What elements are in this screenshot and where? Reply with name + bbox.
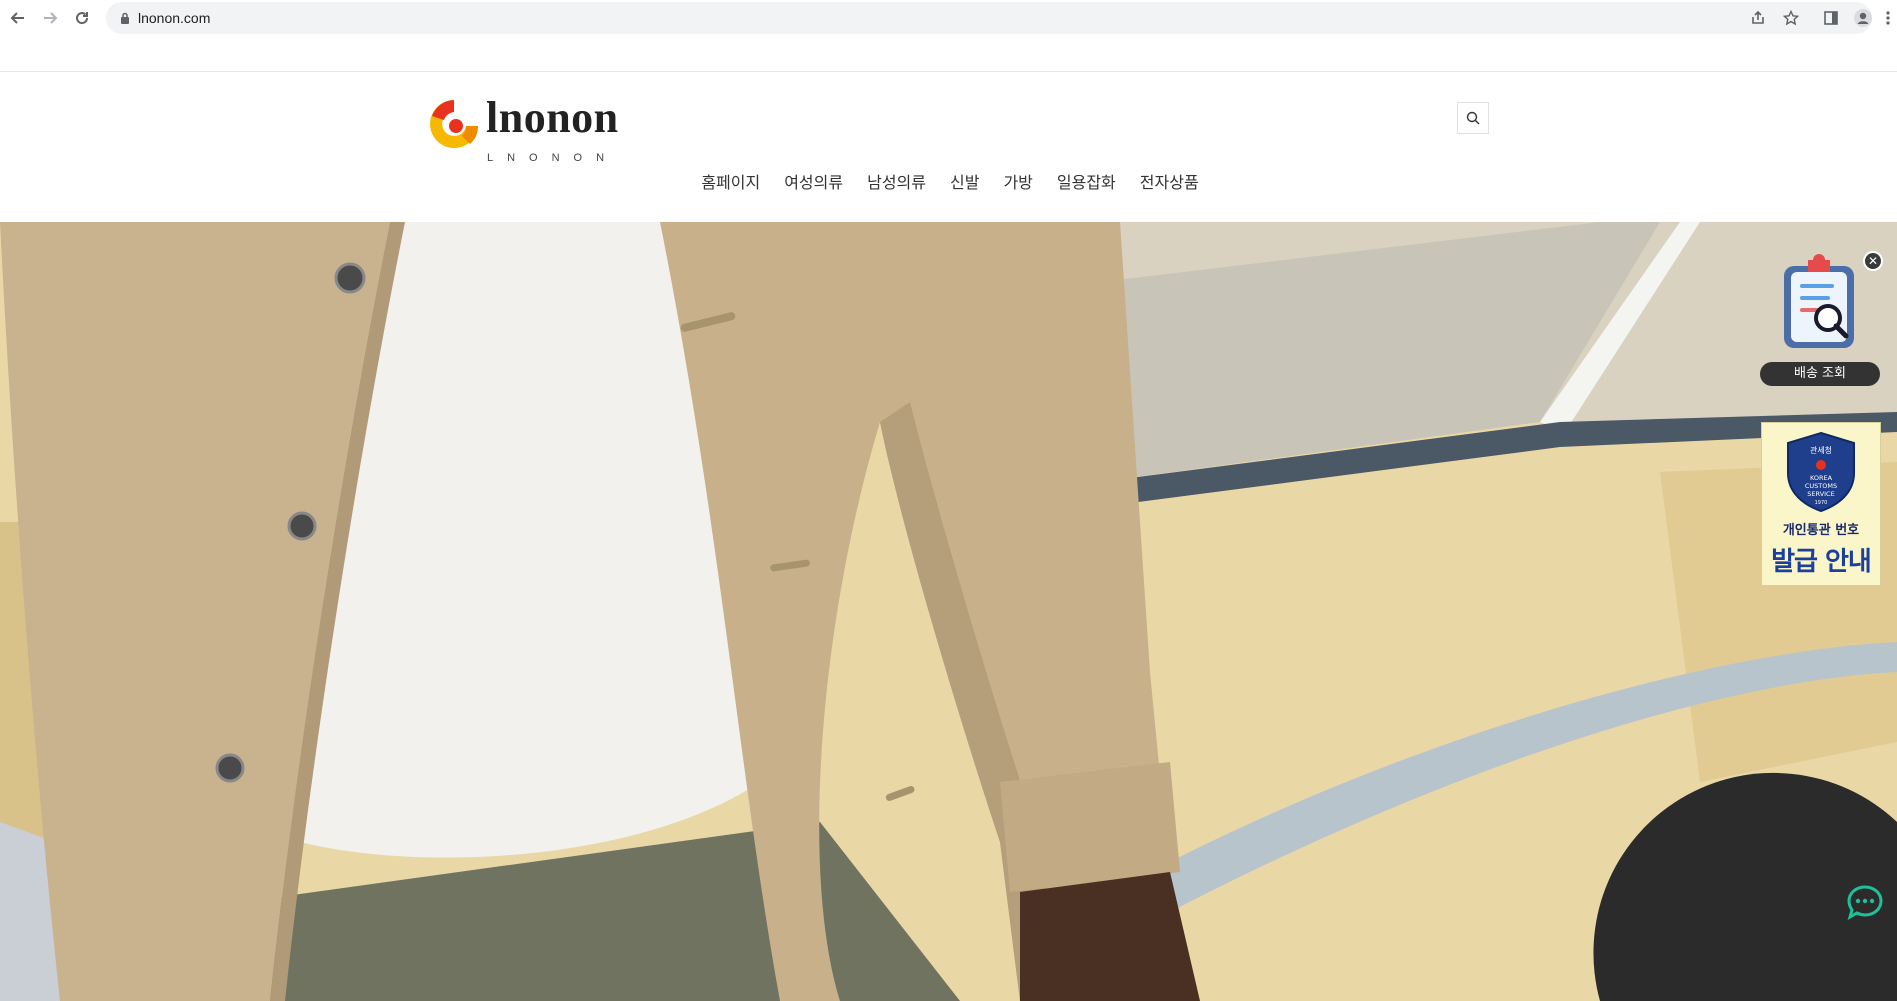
customs-banner-line2: 발급 안내 <box>1771 547 1872 577</box>
bookmark-button[interactable] <box>1779 6 1803 30</box>
back-button[interactable] <box>6 6 30 30</box>
browser-toolbar: lnonon.com <box>0 0 1897 36</box>
side-panel-button[interactable] <box>1819 6 1843 30</box>
close-widget-button[interactable]: ✕ <box>1863 251 1883 271</box>
reload-button[interactable] <box>70 6 94 30</box>
nav-item-electronics[interactable]: 전자상품 <box>1140 168 1199 198</box>
svg-text:CUSTOMS: CUSTOMS <box>1805 482 1837 490</box>
delivery-tracking-label[interactable]: 배송 조회 <box>1760 362 1880 386</box>
chat-button[interactable] <box>1846 884 1884 921</box>
reload-icon <box>76 12 89 25</box>
logo-mark-icon <box>430 100 479 148</box>
lock-icon <box>121 12 129 24</box>
search-icon <box>1466 111 1480 125</box>
site-logo[interactable]: lnonon LNONON <box>424 90 624 164</box>
nav-item-mens[interactable]: 남성의류 <box>867 168 926 198</box>
share-icon <box>1752 10 1764 24</box>
forward-button[interactable] <box>38 6 62 30</box>
menu-button[interactable] <box>1881 6 1895 30</box>
share-button[interactable] <box>1746 6 1770 30</box>
clipboard-search-icon <box>1784 254 1854 348</box>
logo-text: lnonon <box>486 93 619 142</box>
side-panel-icon <box>1824 11 1838 25</box>
customs-id-banner[interactable]: 관세청 KOREA CUSTOMS SERVICE 1970 개인통관 번호 발… <box>1761 422 1881 586</box>
avatar-icon <box>1854 9 1872 27</box>
customs-badge-top: 관세청 <box>1810 445 1832 455</box>
logo-subtext: LNONON <box>487 152 619 164</box>
chat-bubble-icon <box>1847 885 1883 921</box>
svg-text:SERVICE: SERVICE <box>1807 490 1834 498</box>
star-icon <box>1783 10 1799 26</box>
nav-item-daily-goods[interactable]: 일용잡화 <box>1057 168 1116 198</box>
search-button[interactable] <box>1457 102 1489 134</box>
customs-shield-icon: 관세청 KOREA CUSTOMS SERVICE 1970 <box>1787 431 1855 513</box>
more-vertical-icon <box>1886 11 1890 25</box>
svg-text:KOREA: KOREA <box>1810 474 1833 482</box>
hero-illustration <box>0 222 1897 1001</box>
nav-item-womens[interactable]: 여성의류 <box>784 168 843 198</box>
url-text: lnonon.com <box>138 10 211 26</box>
nav-item-shoes[interactable]: 신발 <box>950 168 979 198</box>
customs-banner-line1: 개인통관 번호 <box>1782 523 1860 538</box>
arrow-left-icon <box>10 12 24 24</box>
site-header: lnonon LNONON 홈페이지 여성의류 남성의류 신발 가방 일용잡화 … <box>0 72 1897 222</box>
nav-item-bags[interactable]: 가방 <box>1003 168 1032 198</box>
hero-banner-image[interactable] <box>0 222 1897 1001</box>
main-navigation: 홈페이지 여성의류 남성의류 신발 가방 일용잡화 전자상품 <box>0 168 1897 198</box>
customs-badge-year: 1970 <box>1815 500 1828 506</box>
arrow-right-icon <box>44 12 58 24</box>
address-bar[interactable]: lnonon.com <box>106 2 1872 34</box>
profile-button[interactable] <box>1851 6 1875 30</box>
nav-item-home[interactable]: 홈페이지 <box>701 168 760 198</box>
close-icon: ✕ <box>1867 254 1879 268</box>
